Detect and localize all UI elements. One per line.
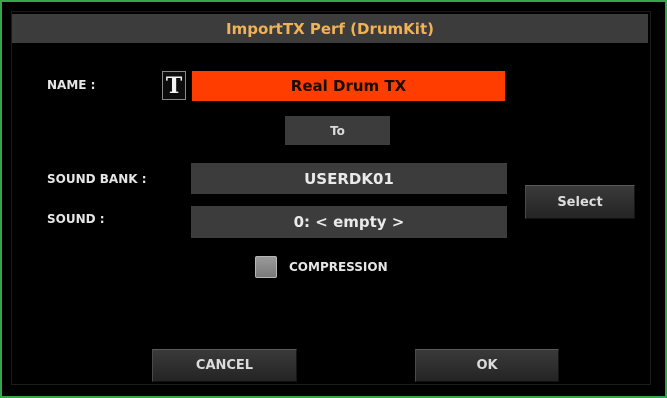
text-edit-icon[interactable]: T xyxy=(162,71,186,100)
select-button[interactable]: Select xyxy=(525,185,635,219)
sound-label: SOUND : xyxy=(47,212,105,226)
compression-label: COMPRESSION xyxy=(289,260,388,274)
dialog-title: ImportTX Perf (DrumKit) xyxy=(12,14,648,43)
name-label: NAME : xyxy=(47,78,96,92)
sound-bank-field[interactable]: USERDK01 xyxy=(191,163,507,194)
to-button[interactable]: To xyxy=(285,116,390,145)
compression-checkbox[interactable] xyxy=(255,256,277,278)
ok-button[interactable]: OK xyxy=(415,349,559,382)
sound-field[interactable]: 0: < empty > xyxy=(191,206,507,238)
sound-bank-label: SOUND BANK : xyxy=(47,172,147,186)
cancel-button[interactable]: CANCEL xyxy=(152,349,297,382)
name-field[interactable]: Real Drum TX xyxy=(192,71,505,101)
